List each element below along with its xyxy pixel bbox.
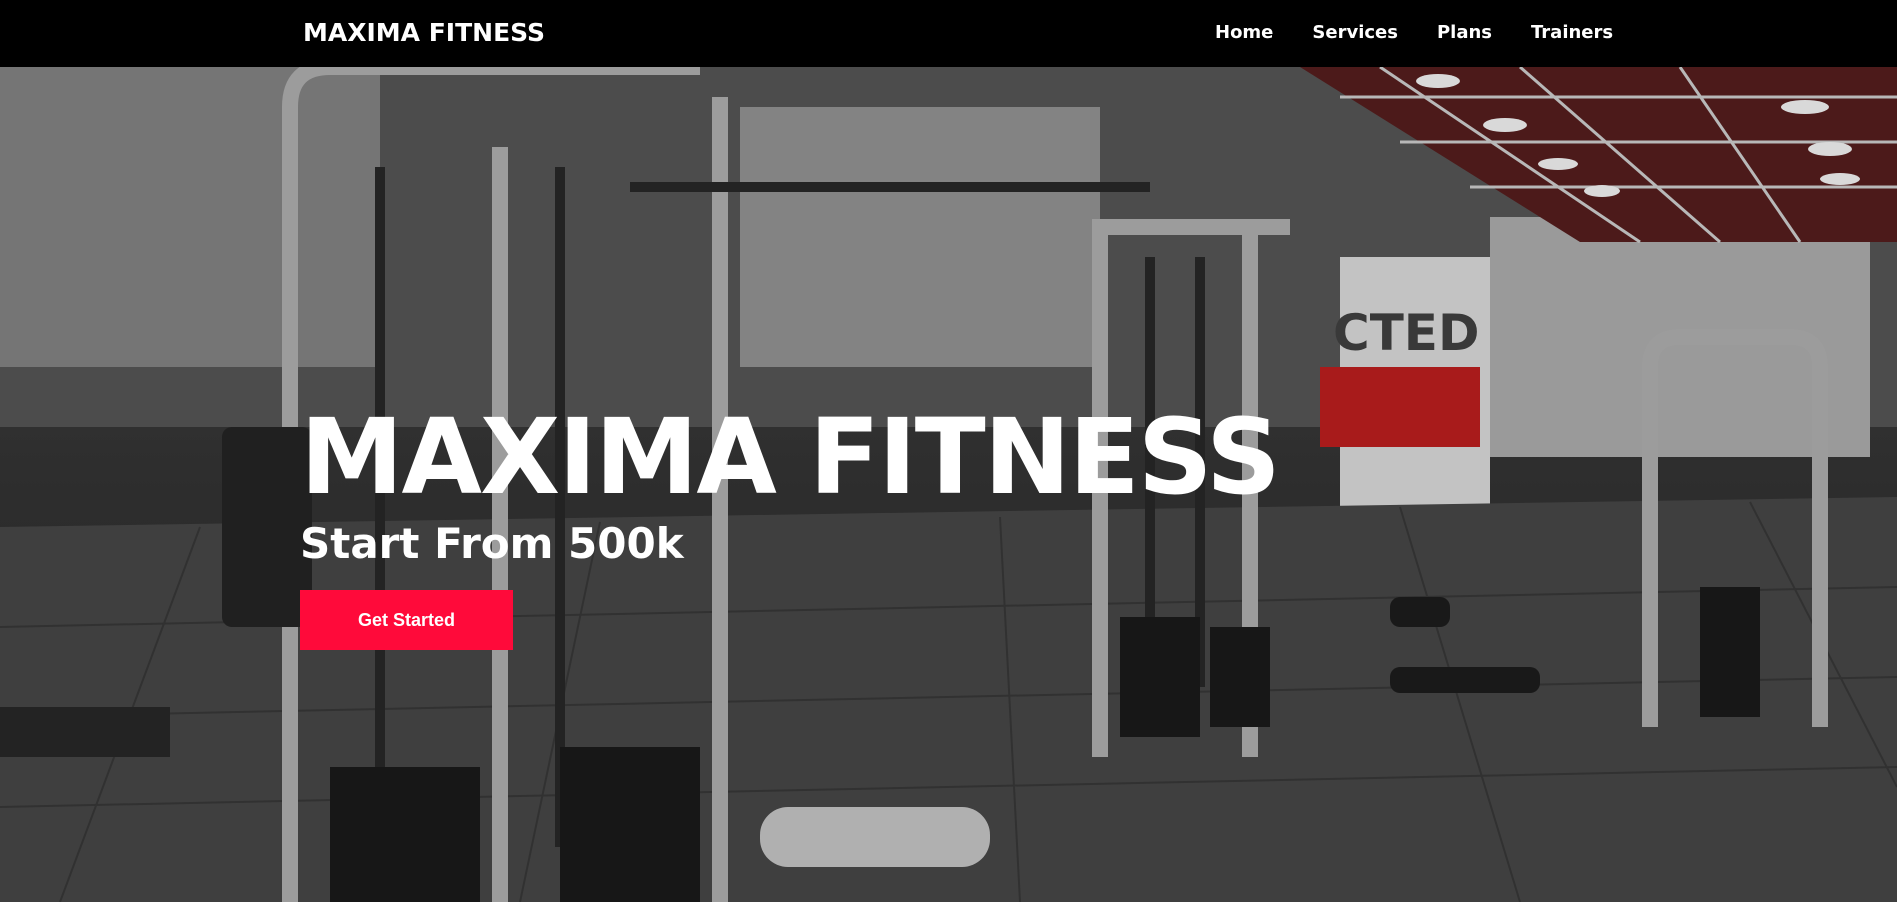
nav-link-plans[interactable]: Plans <box>1437 22 1492 43</box>
get-started-button[interactable]: Get Started <box>300 590 513 650</box>
nav-links: Home Services Plans Trainers <box>1215 22 1652 43</box>
hero-subtitle: Start From 500k <box>300 519 684 568</box>
nav-link-services[interactable]: Services <box>1312 22 1398 43</box>
nav-link-home[interactable]: Home <box>1215 22 1273 43</box>
nav-link-trainers[interactable]: Trainers <box>1531 22 1613 43</box>
hero-section: CTED MAXIMA FITNESS Start From 500k Get … <box>0 67 1897 902</box>
hero-title: MAXIMA FITNESS <box>300 396 1281 518</box>
brand-logo-text[interactable]: MAXIMA FITNESS <box>303 18 545 47</box>
hero-content: MAXIMA FITNESS Start From 500k Get Start… <box>300 396 1281 650</box>
top-navbar: MAXIMA FITNESS Home Services Plans Train… <box>0 0 1897 67</box>
